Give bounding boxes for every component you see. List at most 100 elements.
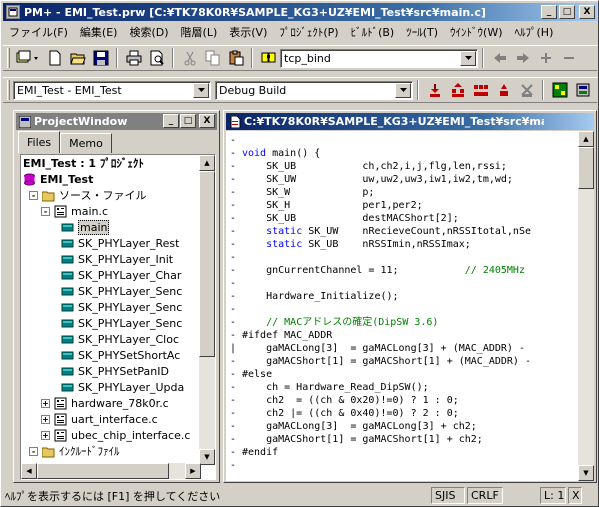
open-folder-button[interactable] bbox=[66, 47, 89, 69]
app-icon[interactable] bbox=[6, 5, 20, 19]
tree-expand-icon[interactable]: + bbox=[41, 430, 50, 440]
tree-item[interactable]: SK_PHYLayer_Senc bbox=[61, 315, 182, 331]
scroll-thumb[interactable] bbox=[578, 147, 594, 189]
code-line[interactable]: - ch2 = ((ch & 0x20)!=0) ? 1 : 0; bbox=[226, 394, 580, 407]
tab-memo[interactable]: Memo bbox=[60, 133, 112, 153]
code-line[interactable]: - gaMACLong[3] = gaMACLong[3] + ch2; bbox=[226, 420, 580, 433]
tree-item[interactable]: - ｲﾝｸﾙｰﾄﾞﾌｧｲﾙ bbox=[29, 443, 120, 459]
code-line[interactable]: - gaMACShort[1] = gaMACShort[1] + ch2; bbox=[226, 433, 580, 446]
tree-collapse-icon[interactable]: - bbox=[29, 190, 38, 200]
tree-item[interactable]: SK_PHYSetShortAc bbox=[61, 347, 180, 363]
tree-item[interactable]: - main.c bbox=[41, 203, 108, 219]
code-line[interactable]: - gnCurrentChannel = 11; // 2405MHz bbox=[226, 264, 580, 277]
expand-button[interactable] bbox=[534, 47, 557, 69]
tree-item[interactable]: + ubec_chip_interface.c bbox=[41, 427, 190, 443]
scroll-up-icon[interactable]: ▲ bbox=[199, 155, 215, 171]
tree-item[interactable]: EMI_Test bbox=[23, 171, 93, 187]
code-line[interactable]: - static SK_UW nRecieveCount,nRSSItotal,… bbox=[226, 225, 580, 238]
code-line[interactable]: - bbox=[226, 251, 580, 264]
tree-item[interactable]: SK_PHYLayer_Senc bbox=[61, 299, 182, 315]
tree-item[interactable]: SK_PHYLayer_Char bbox=[61, 267, 181, 283]
extra-tool-button[interactable] bbox=[571, 79, 594, 101]
back-button[interactable] bbox=[488, 47, 511, 69]
stop-build-button[interactable] bbox=[492, 79, 515, 101]
code-line[interactable]: - #ifdef MAC_ADDR bbox=[226, 329, 580, 342]
code-line[interactable]: - static SK_UB nRSSImin,nRSSImax; bbox=[226, 238, 580, 251]
print-button[interactable] bbox=[122, 47, 145, 69]
build-button[interactable] bbox=[423, 79, 446, 101]
tree-item[interactable]: + uart_interface.c bbox=[41, 411, 158, 427]
menu-search[interactable]: 検索(D) bbox=[123, 24, 174, 40]
scroll-left-icon[interactable]: ◀ bbox=[21, 463, 37, 479]
code-line[interactable]: - SK_UB ch,ch2,i,j,flg,len,rssi; bbox=[226, 160, 580, 173]
code-line[interactable]: - ch = Hardware_Read_DipSW(); bbox=[226, 381, 580, 394]
app-titlebar[interactable]: PM+ - EMI_Test.prw [C:¥TK78K0R¥SAMPLE_KG… bbox=[3, 3, 597, 21]
tree-item[interactable]: SK_PHYLayer_Init bbox=[61, 251, 173, 267]
close-button[interactable]: X bbox=[579, 5, 595, 19]
scroll-thumb[interactable] bbox=[37, 463, 169, 479]
menu-hierarchy[interactable]: 階層(L) bbox=[175, 24, 224, 40]
search-combo[interactable]: tcp_bind bbox=[280, 48, 478, 68]
debugger-button[interactable] bbox=[548, 79, 571, 101]
tree-item[interactable]: SK_PHYSetPanID bbox=[61, 363, 169, 379]
scroll-down-icon[interactable]: ▼ bbox=[578, 465, 594, 481]
code-line[interactable]: - ch2 |= ((ch & 0x40)!=0) ? 2 : 0; bbox=[226, 407, 580, 420]
new-file-button[interactable] bbox=[43, 47, 66, 69]
code-line[interactable]: - SK_W p; bbox=[226, 186, 580, 199]
code-line[interactable]: - // MACアドレスの確定(DipSW 3.6) bbox=[226, 316, 580, 329]
rebuild-button[interactable] bbox=[446, 79, 469, 101]
build-config-combo[interactable]: Debug Build bbox=[215, 80, 413, 100]
project-window-titlebar[interactable]: ProjectWindow _ □ X bbox=[16, 113, 217, 130]
menu-build[interactable]: ﾋﾞﾙﾄﾞ(B) bbox=[345, 24, 401, 40]
menu-help[interactable]: ﾍﾙﾌﾟ(H) bbox=[509, 24, 560, 40]
save-button[interactable] bbox=[89, 47, 112, 69]
code-line[interactable]: | gaMACLong[3] = gaMACLong[3] + (MAC_ADD… bbox=[226, 342, 580, 355]
code-line[interactable]: - gaMACShort[1] = gaMACShort[1] + (MAC_A… bbox=[226, 355, 580, 368]
copy-button[interactable] bbox=[201, 47, 224, 69]
find-button[interactable] bbox=[257, 47, 280, 69]
tree-item[interactable]: SK_PHYLayer_Upda bbox=[61, 379, 184, 395]
menu-window[interactable]: ｳｲﾝﾄﾞｳ(W) bbox=[444, 24, 508, 40]
code-line[interactable]: - bbox=[226, 277, 580, 290]
close-button[interactable]: X bbox=[199, 114, 215, 128]
scroll-down-icon[interactable]: ▼ bbox=[199, 449, 215, 465]
tree-item[interactable]: SK_PHYLayer_Senc bbox=[61, 283, 182, 299]
print-preview-button[interactable] bbox=[145, 47, 168, 69]
scroll-right-icon[interactable]: ▶ bbox=[185, 463, 201, 479]
tree-item[interactable]: EMI_Test : 1 ﾌﾟﾛｼﾞｪｸﾄ bbox=[23, 155, 144, 171]
menu-tools[interactable]: ﾂｰﾙ(T) bbox=[400, 24, 444, 40]
forward-button[interactable] bbox=[511, 47, 534, 69]
chevron-down-icon[interactable] bbox=[460, 50, 476, 66]
tree-item[interactable]: SK_PHYLayer_Rest bbox=[61, 235, 179, 251]
menu-edit[interactable]: 編集(E) bbox=[74, 24, 124, 40]
tree-expand-icon[interactable]: + bbox=[41, 398, 50, 408]
cut-button[interactable] bbox=[178, 47, 201, 69]
tree-item[interactable]: main bbox=[61, 219, 110, 235]
code-line[interactable]: - bbox=[226, 134, 580, 147]
tab-files[interactable]: Files bbox=[18, 131, 61, 153]
tree-vertical-scrollbar[interactable]: ▲ ▼ bbox=[199, 155, 215, 465]
code-line[interactable]: - bbox=[226, 303, 580, 316]
maximize-button[interactable]: □ bbox=[180, 114, 196, 128]
menu-project[interactable]: ﾌﾟﾛｼﾞｪｸﾄ(P) bbox=[273, 24, 344, 40]
menu-view[interactable]: 表示(V) bbox=[223, 24, 273, 40]
code-line[interactable]: - #endif bbox=[226, 446, 580, 459]
menu-file[interactable]: ファイル(F) bbox=[3, 24, 74, 40]
tree-item[interactable]: SK_PHYLayer_Cloc bbox=[61, 331, 179, 347]
toolbar-grip[interactable] bbox=[7, 48, 10, 68]
project-combo[interactable]: EMI_Test - EMI_Test bbox=[13, 80, 211, 100]
code-line[interactable]: - Hardware_Initialize(); bbox=[226, 290, 580, 303]
editor-vertical-scrollbar[interactable]: ▲ ▼ bbox=[578, 131, 594, 481]
minimize-button[interactable]: _ bbox=[163, 114, 179, 128]
tree-collapse-icon[interactable]: - bbox=[41, 206, 50, 216]
code-line[interactable]: - SK_H per1,per2; bbox=[226, 199, 580, 212]
clean-button[interactable] bbox=[515, 79, 538, 101]
build-all-button[interactable] bbox=[469, 79, 492, 101]
chevron-down-icon[interactable] bbox=[193, 82, 209, 98]
scroll-up-icon[interactable]: ▲ bbox=[578, 131, 594, 147]
scroll-thumb[interactable] bbox=[199, 171, 215, 357]
tree-collapse-icon[interactable]: - bbox=[29, 446, 38, 456]
toolbar-grip[interactable] bbox=[7, 80, 10, 100]
open-dropdown-button[interactable] bbox=[13, 47, 43, 69]
code-line[interactable]: - #else bbox=[226, 368, 580, 381]
